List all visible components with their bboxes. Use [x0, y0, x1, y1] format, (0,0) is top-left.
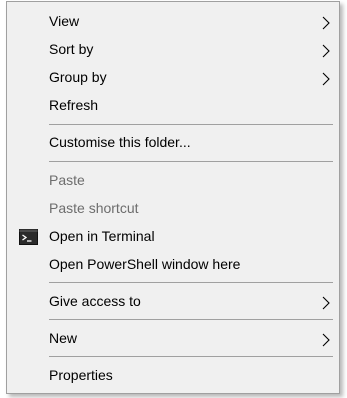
menu-item-give-access-to[interactable]: Give access to [7, 288, 339, 316]
menu-item-open-powershell-label: Open PowerShell window here [49, 256, 241, 272]
menu-item-customise-folder[interactable]: Customise this folder... [7, 129, 339, 157]
menu-separator [49, 282, 333, 283]
terminal-icon [19, 229, 38, 245]
chevron-right-icon [322, 72, 330, 86]
menu-separator [49, 124, 333, 125]
chevron-right-icon [322, 296, 330, 310]
chevron-right-icon [322, 333, 330, 347]
menu-item-sort-by[interactable]: Sort by [7, 36, 339, 64]
context-menu: View Sort by Group by Refresh Customise … [6, 1, 340, 394]
menu-item-paste: Paste [7, 167, 339, 195]
menu-separator [49, 319, 333, 320]
menu-item-open-powershell[interactable]: Open PowerShell window here [7, 251, 339, 279]
menu-item-new-label: New [49, 330, 78, 346]
menu-item-open-in-terminal[interactable]: Open in Terminal [7, 223, 339, 251]
menu-item-give-access-to-label: Give access to [49, 293, 141, 309]
menu-separator [49, 356, 333, 357]
menu-item-properties-label: Properties [49, 367, 113, 383]
menu-separator [49, 161, 333, 162]
menu-item-view-label: View [49, 13, 80, 29]
menu-item-group-by-label: Group by [49, 69, 107, 85]
menu-item-refresh[interactable]: Refresh [7, 92, 339, 120]
menu-item-new[interactable]: New [7, 325, 339, 353]
menu-item-open-in-terminal-label: Open in Terminal [49, 228, 155, 244]
menu-item-properties[interactable]: Properties [7, 362, 339, 390]
menu-item-paste-shortcut-label: Paste shortcut [49, 200, 139, 216]
menu-item-view[interactable]: View [7, 8, 339, 36]
menu-item-refresh-label: Refresh [49, 97, 99, 113]
menu-item-paste-label: Paste [49, 172, 85, 188]
chevron-right-icon [322, 16, 330, 30]
menu-item-group-by[interactable]: Group by [7, 64, 339, 92]
chevron-right-icon [322, 44, 330, 58]
menu-item-paste-shortcut: Paste shortcut [7, 195, 339, 223]
menu-item-customise-folder-label: Customise this folder... [49, 134, 191, 150]
menu-item-sort-by-label: Sort by [49, 41, 94, 57]
